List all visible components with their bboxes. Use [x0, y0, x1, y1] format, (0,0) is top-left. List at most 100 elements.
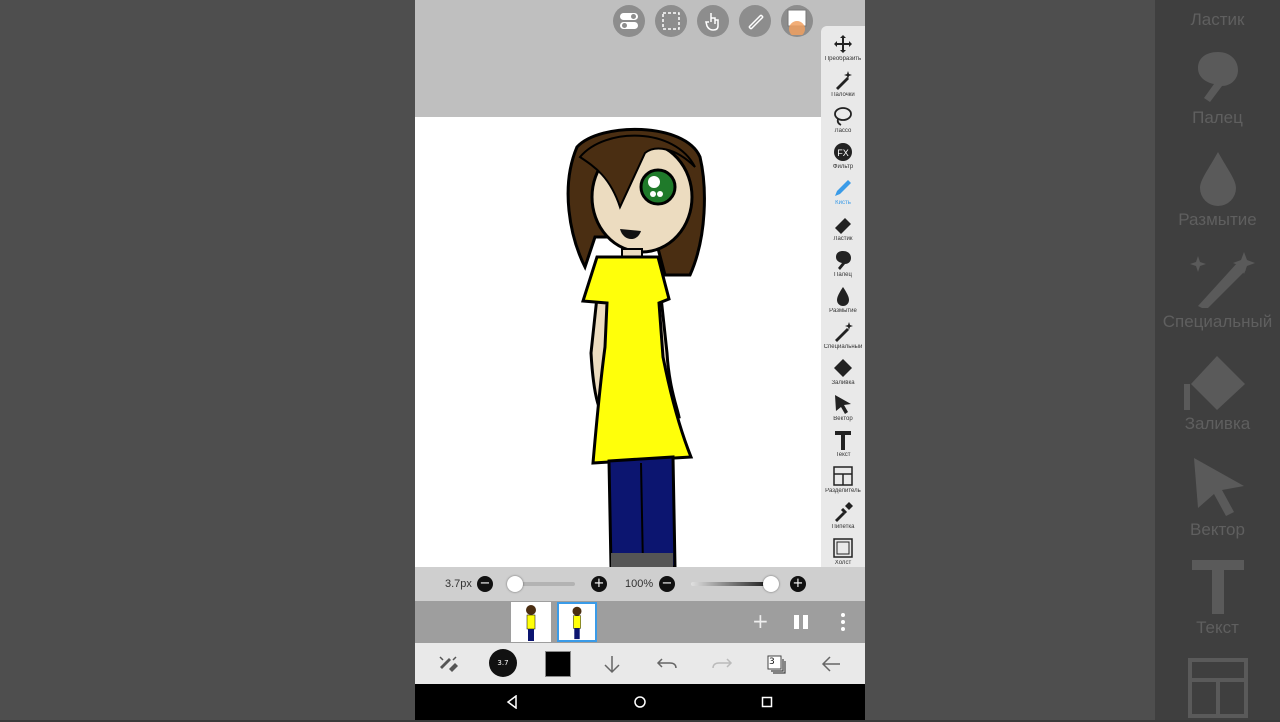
frame-divider-icon	[1187, 658, 1248, 718]
app-screen: Преобразить Палочки Лассо FX Фильтр Кисть Ласт…	[415, 0, 865, 720]
character-drawing	[566, 127, 706, 567]
frames-menu-button[interactable]	[840, 612, 846, 636]
finger-smudge-icon	[1197, 52, 1238, 102]
move-icon	[834, 35, 852, 53]
blurred-tool-label: Специальный	[1162, 312, 1273, 331]
undo-button[interactable]	[654, 651, 680, 677]
brush-size-button[interactable]: 3.7	[489, 649, 517, 677]
nav-home-button[interactable]	[632, 694, 648, 710]
tool-magic-wand[interactable]: Палочки	[821, 70, 865, 106]
layers-count: 3	[769, 657, 775, 667]
circle-home-icon	[634, 696, 646, 708]
selection-dashed-icon	[662, 12, 680, 30]
blurred-tool-label: Вектор	[1190, 520, 1245, 539]
brush-size-slider-knob[interactable]	[507, 576, 523, 592]
opacity-slider-track[interactable]	[691, 582, 773, 586]
fill-bucket-icon	[834, 359, 852, 377]
size-increase-button[interactable]: +	[591, 576, 607, 592]
back-button[interactable]	[818, 651, 844, 677]
blurred-tool-finger: Палец	[1155, 48, 1280, 128]
tool-special-brush[interactable]: Специальный	[821, 322, 865, 358]
redo-button[interactable]	[709, 651, 735, 677]
ruler-button[interactable]	[739, 5, 771, 37]
current-color-swatch[interactable]	[545, 651, 571, 677]
selection-button[interactable]	[655, 5, 687, 37]
nav-back-button[interactable]	[504, 694, 520, 710]
opacity-slider-knob[interactable]	[763, 576, 779, 592]
brush-eraser-toggle-button[interactable]	[435, 651, 461, 677]
special-brush-icon	[835, 322, 853, 342]
tool-label: Текст	[835, 452, 851, 458]
tool-finger-smudge[interactable]: Палец	[821, 250, 865, 286]
nav-recents-button[interactable]	[759, 694, 775, 710]
tool-eyedropper[interactable]: Пипетка	[821, 502, 865, 538]
pause-icon	[794, 615, 808, 629]
brush-size-label: 3.7px	[445, 578, 472, 590]
add-frame-button[interactable]: +	[752, 611, 769, 631]
canvas-icon	[833, 538, 853, 558]
tool-label: Преобразить	[824, 56, 862, 62]
text-icon	[1191, 560, 1244, 614]
tool-label: Фильтр	[832, 164, 854, 170]
move-down-button[interactable]	[599, 651, 625, 677]
tool-label: Палец	[834, 272, 852, 278]
text-icon	[835, 431, 851, 450]
minus-icon: −	[661, 576, 673, 591]
svg-text:FX: FX	[837, 148, 849, 158]
eyedropper-icon	[835, 502, 853, 522]
tool-blur-drop[interactable]: Размытие	[821, 286, 865, 322]
tool-lasso[interactable]: Лассо	[821, 106, 865, 142]
blurred-tool-label: Размытие	[1178, 210, 1257, 229]
undo-icon	[656, 658, 677, 669]
tool-fill-bucket[interactable]: Заливка	[821, 358, 865, 394]
more-vertical-icon	[841, 613, 845, 631]
touch-gesture-button[interactable]	[697, 5, 729, 37]
fill-bucket-icon	[1183, 356, 1245, 410]
toggle-switch-icon	[620, 13, 638, 29]
tool-vector-cursor[interactable]: Вектор	[821, 394, 865, 430]
drawing-canvas[interactable]	[415, 117, 865, 567]
brush-icon	[835, 180, 851, 196]
tool-eraser[interactable]: Ластик	[821, 214, 865, 250]
brush-settings-bar: 3.7px − + 100% − +	[415, 567, 865, 601]
tool-label: Кисть	[835, 200, 851, 206]
opacity-increase-button[interactable]: +	[790, 576, 806, 592]
play-pause-button[interactable]	[793, 614, 809, 634]
vector-cursor-icon	[1193, 458, 1244, 516]
tool-label: Ластик	[833, 236, 853, 242]
hand-touch-icon	[705, 13, 719, 31]
tool-label: Холст	[834, 560, 852, 566]
top-area	[415, 0, 865, 117]
opacity-decrease-button[interactable]: −	[659, 576, 675, 592]
blurred-tool-eraser: Ластик	[1155, 10, 1280, 30]
background-right-blur: Ластик Палец Размытие Специальный Заливк…	[865, 0, 1280, 720]
frame-thumbnail-2[interactable]	[557, 602, 597, 642]
system-navigation-bar	[415, 684, 865, 720]
blurred-tool-blur: Размытие	[1155, 150, 1280, 230]
blurred-tool-text: Текст	[1155, 558, 1280, 638]
blurred-toolbar: Ластик Палец Размытие Специальный Заливк…	[1155, 0, 1280, 720]
special-brush-icon	[1189, 252, 1255, 308]
blurred-tool-label: Текст	[1196, 618, 1239, 637]
tool-filter-fx[interactable]: FX Фильтр	[821, 142, 865, 178]
tool-label: Специальный	[823, 344, 863, 350]
blurred-tool-fill: Заливка	[1155, 354, 1280, 434]
size-decrease-button[interactable]: −	[477, 576, 493, 592]
layers-button[interactable]: 3	[763, 651, 789, 677]
material-shop-icon	[787, 9, 807, 35]
tool-move[interactable]: Преобразить	[821, 34, 865, 70]
triangle-back-icon	[506, 695, 517, 709]
material-button[interactable]	[781, 5, 813, 37]
tool-brush[interactable]: Кисть	[821, 178, 865, 214]
tool-frame-divider[interactable]: Разделитель	[821, 466, 865, 502]
blurred-tool-label: Ластик	[1190, 10, 1245, 29]
blurred-tool-vector: Вектор	[1155, 456, 1280, 540]
bottom-toolbar: 3.7 3	[415, 643, 865, 684]
quick-menu-button[interactable]	[613, 5, 645, 37]
frame-thumbnail-1[interactable]	[511, 602, 551, 642]
tool-text[interactable]: Текст	[821, 430, 865, 466]
brush-size-badge: 3.7	[497, 659, 509, 667]
eraser-icon	[835, 218, 851, 234]
opacity-label: 100%	[625, 578, 654, 590]
arrow-left-icon	[821, 656, 840, 672]
